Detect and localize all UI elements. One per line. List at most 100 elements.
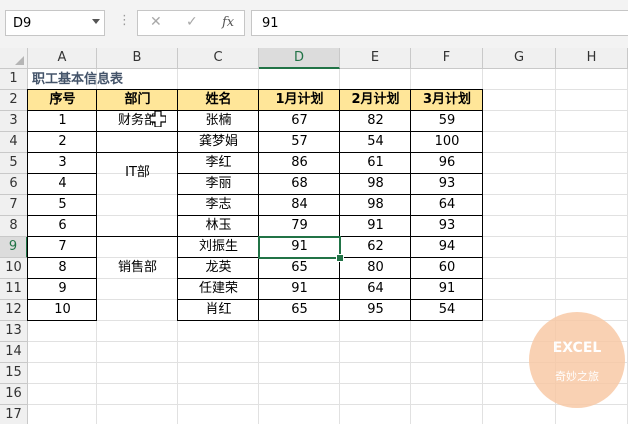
table-cell[interactable]: 2 (28, 132, 97, 153)
table-cell[interactable]: 60 (411, 258, 483, 279)
table-cell[interactable]: 94 (411, 237, 483, 258)
table-border-horizontal (27, 320, 97, 321)
table-cell[interactable]: 7 (28, 237, 97, 258)
row-header-15[interactable]: 15 (0, 363, 28, 384)
insert-function-icon[interactable]: fx (222, 15, 234, 30)
table-cell[interactable]: 84 (259, 195, 340, 216)
column-header-g[interactable]: G (483, 48, 556, 69)
table-cell[interactable]: 64 (411, 195, 483, 216)
table-cell[interactable]: 54 (340, 132, 411, 153)
table-cell[interactable]: 54 (411, 300, 483, 321)
table-cell[interactable]: 64 (340, 279, 411, 300)
chevron-down-icon[interactable] (92, 19, 100, 24)
table-header-cell[interactable]: 3月计划 (411, 90, 483, 111)
row-header-11[interactable]: 11 (0, 279, 28, 300)
table-cell[interactable]: 10 (28, 300, 97, 321)
column-header-c[interactable]: C (178, 48, 259, 69)
row-header-2[interactable]: 2 (0, 90, 28, 111)
table-cell[interactable]: 6 (28, 216, 97, 237)
cancel-icon[interactable]: ✕ (150, 14, 162, 30)
table-cell[interactable]: 79 (259, 216, 340, 237)
cell-cursor-icon (150, 111, 166, 127)
table-cell[interactable]: 96 (411, 153, 483, 174)
table-header-cell[interactable]: 部门 (97, 90, 178, 111)
row-header-10[interactable]: 10 (0, 258, 28, 279)
gridline-horizontal (28, 404, 628, 405)
table-cell[interactable]: 91 (411, 279, 483, 300)
row-header-16[interactable]: 16 (0, 384, 28, 405)
column-header-a[interactable]: A (28, 48, 97, 69)
column-header-e[interactable]: E (340, 48, 411, 69)
table-header-cell[interactable]: 1月计划 (259, 90, 340, 111)
row-header-5[interactable]: 5 (0, 153, 28, 174)
table-border-horizontal (177, 320, 483, 321)
row-header-9[interactable]: 9 (0, 237, 28, 258)
table-cell[interactable]: 59 (411, 111, 483, 132)
row-header-12[interactable]: 12 (0, 300, 28, 321)
row-header-1[interactable]: 1 (0, 69, 28, 90)
column-header-h[interactable]: H (556, 48, 628, 69)
row-header-17[interactable]: 17 (0, 405, 28, 424)
select-all-corner[interactable] (0, 48, 28, 69)
row-header-4[interactable]: 4 (0, 132, 28, 153)
table-header-cell[interactable]: 姓名 (178, 90, 259, 111)
table-cell[interactable]: 91 (340, 216, 411, 237)
table-cell[interactable]: 91 (259, 279, 340, 300)
table-cell[interactable]: 93 (411, 216, 483, 237)
row-header-13[interactable]: 13 (0, 321, 28, 342)
watermark-line2: 奇妙之旅 (555, 370, 599, 383)
column-header-f[interactable]: F (411, 48, 483, 69)
table-cell[interactable]: 82 (340, 111, 411, 132)
table-cell[interactable]: 刘振生 (178, 237, 259, 258)
table-cell[interactable]: 95 (340, 300, 411, 321)
table-cell[interactable]: 龚梦娟 (178, 132, 259, 153)
table-cell[interactable]: 86 (259, 153, 340, 174)
table-cell[interactable]: 1 (28, 111, 97, 132)
table-cell[interactable]: 李志 (178, 195, 259, 216)
table-cell[interactable]: 98 (340, 195, 411, 216)
table-cell[interactable]: 62 (340, 237, 411, 258)
table-cell[interactable]: 98 (340, 174, 411, 195)
table-cell[interactable]: 93 (411, 174, 483, 195)
row-header-6[interactable]: 6 (0, 174, 28, 195)
enter-icon[interactable]: ✓ (186, 14, 198, 30)
department-cell[interactable]: IT部 (97, 163, 178, 184)
table-cell[interactable]: 68 (259, 174, 340, 195)
table-cell[interactable]: 李丽 (178, 174, 259, 195)
table-cell[interactable]: 57 (259, 132, 340, 153)
row-header-7[interactable]: 7 (0, 195, 28, 216)
table-cell[interactable]: 100 (411, 132, 483, 153)
table-cell[interactable]: 任建荣 (178, 279, 259, 300)
table-header-cell[interactable]: 序号 (28, 90, 97, 111)
row-header-8[interactable]: 8 (0, 216, 28, 237)
active-cell-selection[interactable] (258, 236, 341, 259)
table-cell[interactable]: 龙英 (178, 258, 259, 279)
row-header-3[interactable]: 3 (0, 111, 28, 132)
table-cell[interactable]: 李红 (178, 153, 259, 174)
table-cell[interactable]: 65 (259, 300, 340, 321)
table-cell[interactable]: 61 (340, 153, 411, 174)
table-cell[interactable]: 5 (28, 195, 97, 216)
column-header-d[interactable]: D (259, 48, 340, 69)
fill-handle[interactable] (336, 254, 344, 262)
table-cell[interactable]: 张楠 (178, 111, 259, 132)
table-cell[interactable]: 9 (28, 279, 97, 300)
row-header-14[interactable]: 14 (0, 342, 28, 363)
table-cell[interactable]: 肖红 (178, 300, 259, 321)
department-cell[interactable]: 销售部 (97, 258, 178, 279)
table-cell[interactable]: 80 (340, 258, 411, 279)
table-header-cell[interactable]: 2月计划 (340, 90, 411, 111)
table-cell[interactable]: 林玉 (178, 216, 259, 237)
table-cell[interactable]: 67 (259, 111, 340, 132)
table-cell[interactable]: 4 (28, 174, 97, 195)
table-border-horizontal (27, 257, 97, 258)
sheet-title[interactable]: 职工基本信息表 (32, 70, 123, 90)
table-border-horizontal (27, 215, 97, 216)
table-cell[interactable]: 8 (28, 258, 97, 279)
column-header-b[interactable]: B (97, 48, 178, 69)
table-cell[interactable]: 65 (259, 258, 340, 279)
name-box[interactable]: D9 (5, 10, 105, 36)
table-border-vertical (177, 89, 178, 321)
table-cell[interactable]: 3 (28, 153, 97, 174)
formula-bar[interactable]: 91 (251, 10, 628, 36)
